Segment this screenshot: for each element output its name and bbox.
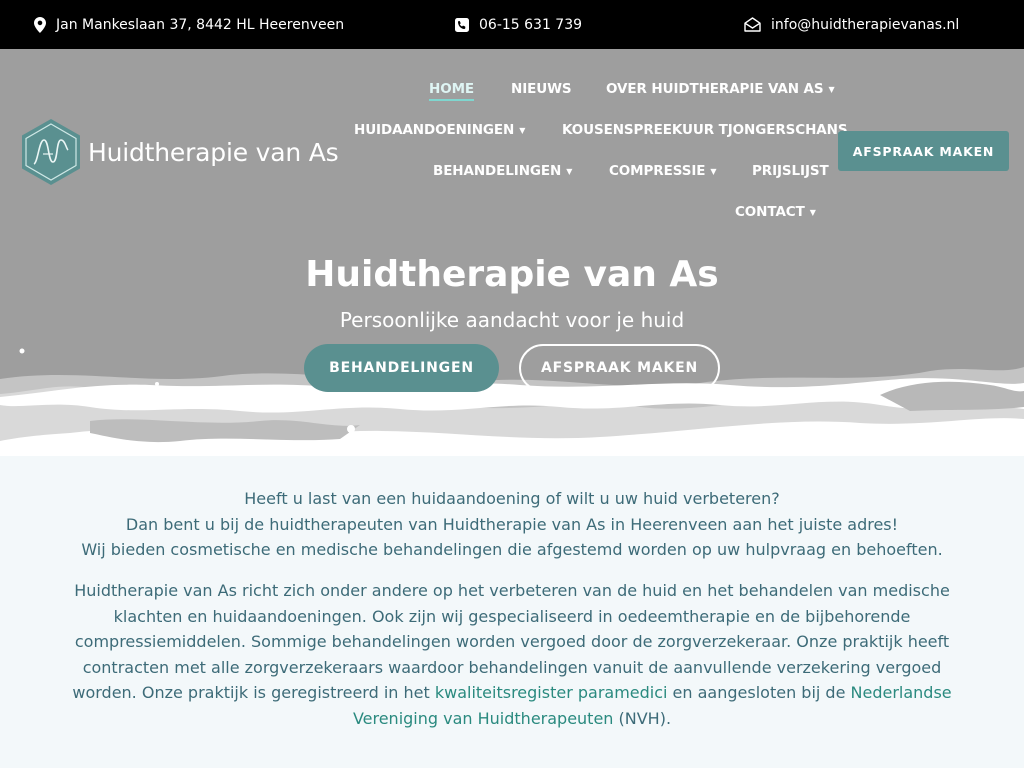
nav-label: CONTACT xyxy=(735,204,805,220)
intro-text: Heeft u last van een huidaandoening of w… xyxy=(0,486,1024,563)
intro-line: Heeft u last van een huidaandoening of w… xyxy=(244,489,780,508)
phone-text: 06-15 631 739 xyxy=(479,16,583,33)
body-text-mid: en aangesloten bij de xyxy=(667,683,851,703)
nav-label: HOME xyxy=(429,81,474,101)
logo-hexagon-icon xyxy=(22,119,80,185)
phone-icon xyxy=(455,17,469,32)
nav-huidaandoeningen[interactable]: HUIDAANDOENINGEN ▼ xyxy=(354,122,525,138)
chevron-down-icon: ▼ xyxy=(809,207,816,217)
nav-prijslijst[interactable]: PRIJSLIJST xyxy=(752,163,829,179)
appointment-button-hero[interactable]: AFSPRAAK MAKEN xyxy=(519,344,720,392)
email-link[interactable]: info@huidtherapievanas.nl xyxy=(744,0,959,49)
nav-contact[interactable]: CONTACT ▼ xyxy=(735,204,816,220)
hero-subtitle: Persoonlijke aandacht voor je huid xyxy=(339,308,685,332)
nav-home[interactable]: HOME xyxy=(429,81,474,101)
map-pin-icon xyxy=(34,16,46,33)
nav-label: COMPRESSIE xyxy=(609,163,706,179)
nav-compressie[interactable]: COMPRESSIE ▼ xyxy=(609,163,717,179)
nav-label: PRIJSLIJST xyxy=(752,163,829,179)
hero-section: Huidtherapie van As HOME NIEUWS OVER HUI… xyxy=(0,49,1024,456)
chevron-down-icon: ▼ xyxy=(519,125,526,135)
treatments-button[interactable]: BEHANDELINGEN xyxy=(304,344,499,392)
hero-title: Huidtherapie van As xyxy=(305,254,719,295)
body-text-end: (NVH). xyxy=(613,708,672,728)
intro-line: Wij bieden cosmetische en medische behan… xyxy=(81,540,943,559)
top-bar: Jan Mankeslaan 37, 8442 HL Heerenveen 06… xyxy=(0,0,1024,49)
nav-label: NIEUWS xyxy=(511,81,572,97)
nav-over-huidtherapie[interactable]: OVER HUIDTHERAPIE VAN AS ▼ xyxy=(606,81,835,97)
chevron-down-icon: ▼ xyxy=(710,166,717,176)
link-kwaliteitsregister[interactable]: kwaliteitsregister paramedici xyxy=(435,683,668,702)
body-paragraph: Huidtherapie van As richt zich onder and… xyxy=(58,578,966,732)
envelope-icon xyxy=(744,17,761,32)
phone-link[interactable]: 06-15 631 739 xyxy=(455,0,582,49)
logo-text: Huidtherapie van As xyxy=(88,137,339,167)
nav-kousenspreekuur[interactable]: KOUSENSPREEKUUR TJONGERSCHANS xyxy=(562,122,848,138)
email-text: info@huidtherapievanas.nl xyxy=(771,16,960,33)
nav-label: OVER HUIDTHERAPIE VAN AS xyxy=(606,81,824,97)
nav-nieuws[interactable]: NIEUWS xyxy=(511,81,572,97)
site-logo[interactable]: Huidtherapie van As xyxy=(20,118,339,186)
nav-behandelingen[interactable]: BEHANDELINGEN ▼ xyxy=(433,163,572,179)
appointment-button-header[interactable]: AFSPRAAK MAKEN xyxy=(838,131,1009,171)
intro-section: Heeft u last van een huidaandoening of w… xyxy=(0,456,1024,768)
intro-line: Dan bent u bij de huidtherapeuten van Hu… xyxy=(125,514,899,534)
chevron-down-icon: ▼ xyxy=(828,84,835,94)
brush-stroke-decoration xyxy=(0,348,1024,456)
address-text: Jan Mankeslaan 37, 8442 HL Heerenveen xyxy=(56,16,345,33)
chevron-down-icon: ▼ xyxy=(566,166,573,176)
address-item: Jan Mankeslaan 37, 8442 HL Heerenveen xyxy=(34,0,344,49)
nav-label: BEHANDELINGEN xyxy=(433,163,562,179)
nav-label: KOUSENSPREEKUUR TJONGERSCHANS xyxy=(562,122,848,138)
nav-label: HUIDAANDOENINGEN xyxy=(354,122,515,138)
